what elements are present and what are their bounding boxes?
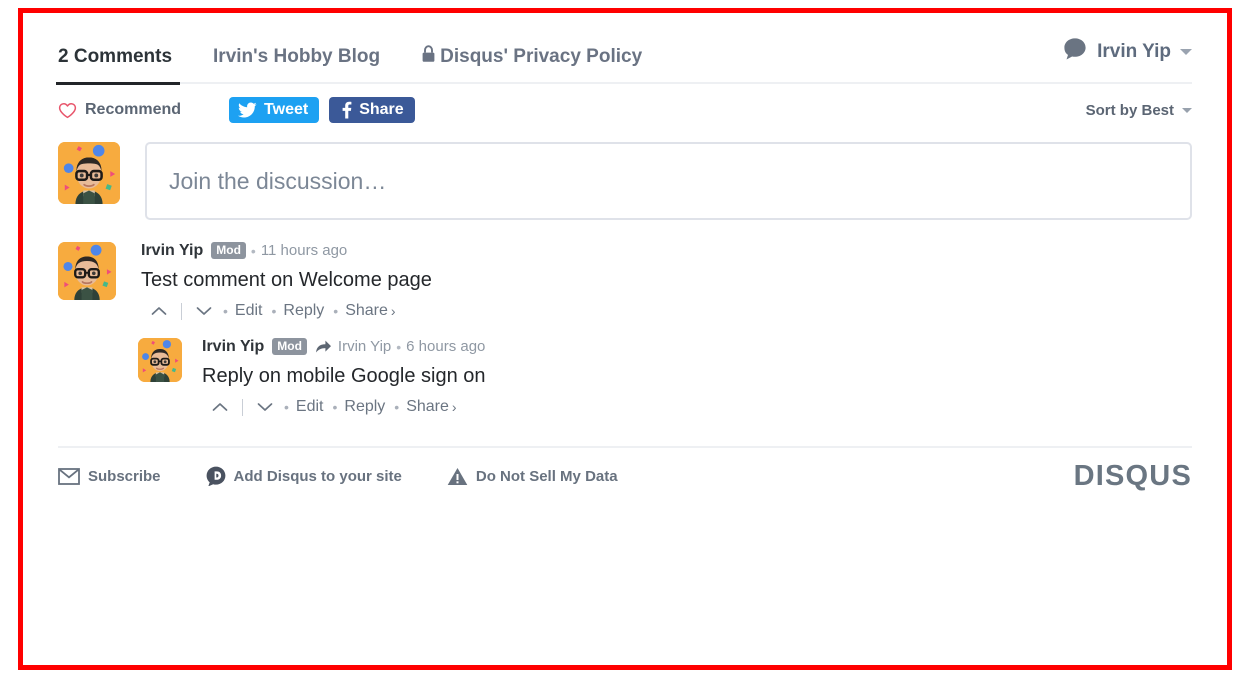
- tab-privacy-policy[interactable]: Disqus' Privacy Policy: [421, 45, 642, 67]
- comment-text: Reply on mobile Google sign on: [202, 365, 486, 387]
- upvote-button[interactable]: [210, 402, 230, 412]
- header-divider: [58, 82, 1192, 84]
- edit-button[interactable]: Edit: [296, 398, 324, 416]
- warning-triangle-icon: [447, 467, 468, 485]
- action-separator-dot: •: [284, 399, 289, 415]
- heart-icon: [58, 102, 77, 119]
- widget-header: 2 Comments Irvin's Hobby Blog Disqus' Pr…: [55, 28, 1192, 85]
- facebook-f-icon: [342, 101, 352, 119]
- avatar: [138, 338, 182, 382]
- tab-privacy-policy-label: Disqus' Privacy Policy: [440, 46, 643, 67]
- meta-separator-dot: •: [250, 242, 256, 259]
- comment-reply-target[interactable]: Irvin Yip: [338, 339, 391, 354]
- comment-input[interactable]: Join the discussion…: [145, 142, 1192, 220]
- share-button[interactable]: Share: [345, 302, 388, 320]
- tweet-button[interactable]: Tweet: [229, 97, 320, 123]
- comment-timestamp[interactable]: 6 hours ago: [406, 339, 485, 354]
- mod-badge: Mod: [211, 242, 246, 259]
- subscribe-label: Subscribe: [88, 467, 161, 485]
- facebook-share-button[interactable]: Share: [329, 97, 415, 123]
- facebook-share-label: Share: [359, 101, 404, 118]
- action-separator-dot: •: [333, 303, 339, 319]
- comment-text: Test comment on Welcome page: [141, 269, 432, 291]
- vote-divider: [181, 302, 182, 320]
- comment-author[interactable]: Irvin Yip: [202, 338, 264, 355]
- tab-comments[interactable]: 2 Comments: [55, 45, 181, 85]
- chevron-right-icon: ›: [451, 399, 457, 415]
- widget-footer: Subscribe Add Disqus to your site Do Not…: [58, 448, 1192, 504]
- tab-comments-label: 2 Comments: [58, 45, 173, 67]
- chevron-right-icon: ›: [390, 303, 396, 319]
- tweet-label: Tweet: [264, 101, 309, 118]
- comment-content: Irvin Yip Mod Irvin Yip • 6 hours ago Re…: [202, 338, 1192, 416]
- comment-content: Irvin Yip Mod • 11 hours ago Test commen…: [141, 242, 1192, 320]
- comment-meta: Irvin Yip Mod Irvin Yip • 6 hours ago: [202, 338, 1192, 355]
- comment-author[interactable]: Irvin Yip: [141, 242, 203, 259]
- comment-meta: Irvin Yip Mod • 11 hours ago: [141, 242, 1192, 259]
- speech-bubble-avatar-icon: [1062, 36, 1088, 68]
- action-separator-dot: •: [271, 303, 277, 319]
- reply-button[interactable]: Reply: [283, 302, 324, 320]
- comment-actions: • Edit • Reply • Share ›: [210, 398, 1192, 416]
- comment-thread: Irvin Yip Mod • 11 hours ago Test commen…: [58, 242, 1192, 416]
- edit-button[interactable]: Edit: [235, 302, 263, 320]
- comment-input-placeholder: Join the discussion…: [169, 167, 387, 194]
- do-not-sell-label: Do Not Sell My Data: [475, 467, 618, 485]
- comment-timestamp[interactable]: 11 hours ago: [261, 243, 347, 258]
- red-annotation-frame: 2 Comments Irvin's Hobby Blog Disqus' Pr…: [18, 8, 1232, 670]
- add-disqus-label: Add Disqus to your site: [233, 467, 402, 485]
- user-menu-name: Irvin Yip: [1097, 41, 1171, 62]
- mod-badge: Mod: [272, 338, 307, 355]
- vote-divider: [242, 398, 243, 416]
- compose-row: Join the discussion…: [58, 142, 1192, 220]
- recommend-button[interactable]: Recommend: [58, 101, 181, 119]
- action-separator-dot: •: [394, 399, 400, 415]
- do-not-sell-button[interactable]: Do Not Sell My Data: [447, 467, 618, 486]
- sort-label: Sort by Best: [1085, 101, 1174, 119]
- downvote-button[interactable]: [194, 306, 214, 316]
- tab-blog-label: Irvin's Hobby Blog: [213, 45, 381, 67]
- share-button[interactable]: Share: [406, 398, 449, 416]
- subscribe-button[interactable]: Subscribe: [58, 468, 161, 485]
- reply-arrow-icon: [315, 339, 332, 354]
- add-disqus-button[interactable]: Add Disqus to your site: [206, 466, 402, 486]
- tab-blog[interactable]: Irvin's Hobby Blog: [213, 47, 380, 66]
- disqus-comment-widget: 2 Comments Irvin's Hobby Blog Disqus' Pr…: [28, 18, 1222, 660]
- comment-item-reply: Irvin Yip Mod Irvin Yip • 6 hours ago Re…: [138, 338, 1192, 416]
- lock-icon: [421, 45, 436, 67]
- avatar: [58, 242, 116, 300]
- chevron-down-icon: [1180, 49, 1192, 55]
- chevron-down-icon: [1182, 107, 1192, 113]
- disqus-d-icon: [206, 466, 225, 486]
- action-separator-dot: •: [223, 303, 228, 319]
- upvote-button[interactable]: [149, 306, 169, 316]
- envelope-icon: [58, 467, 80, 485]
- reply-button[interactable]: Reply: [344, 398, 385, 416]
- comment-item: Irvin Yip Mod • 11 hours ago Test commen…: [58, 242, 1192, 320]
- sort-dropdown[interactable]: Sort by Best: [1086, 102, 1192, 119]
- meta-separator-dot: •: [396, 338, 402, 355]
- twitter-bird-icon: [238, 102, 257, 118]
- recommend-label: Recommend: [85, 101, 182, 118]
- widget-toolbar: Recommend Tweet Share Sort by Best: [58, 86, 1192, 134]
- action-separator-dot: •: [332, 399, 338, 415]
- disqus-logo[interactable]: DISQUS: [1074, 460, 1192, 493]
- user-menu[interactable]: Irvin Yip: [1062, 36, 1192, 68]
- avatar: [58, 142, 120, 204]
- downvote-button[interactable]: [255, 402, 275, 412]
- screenshot-root: 2 Comments Irvin's Hobby Blog Disqus' Pr…: [0, 0, 1248, 691]
- comment-actions: • Edit • Reply • Share ›: [149, 302, 1192, 320]
